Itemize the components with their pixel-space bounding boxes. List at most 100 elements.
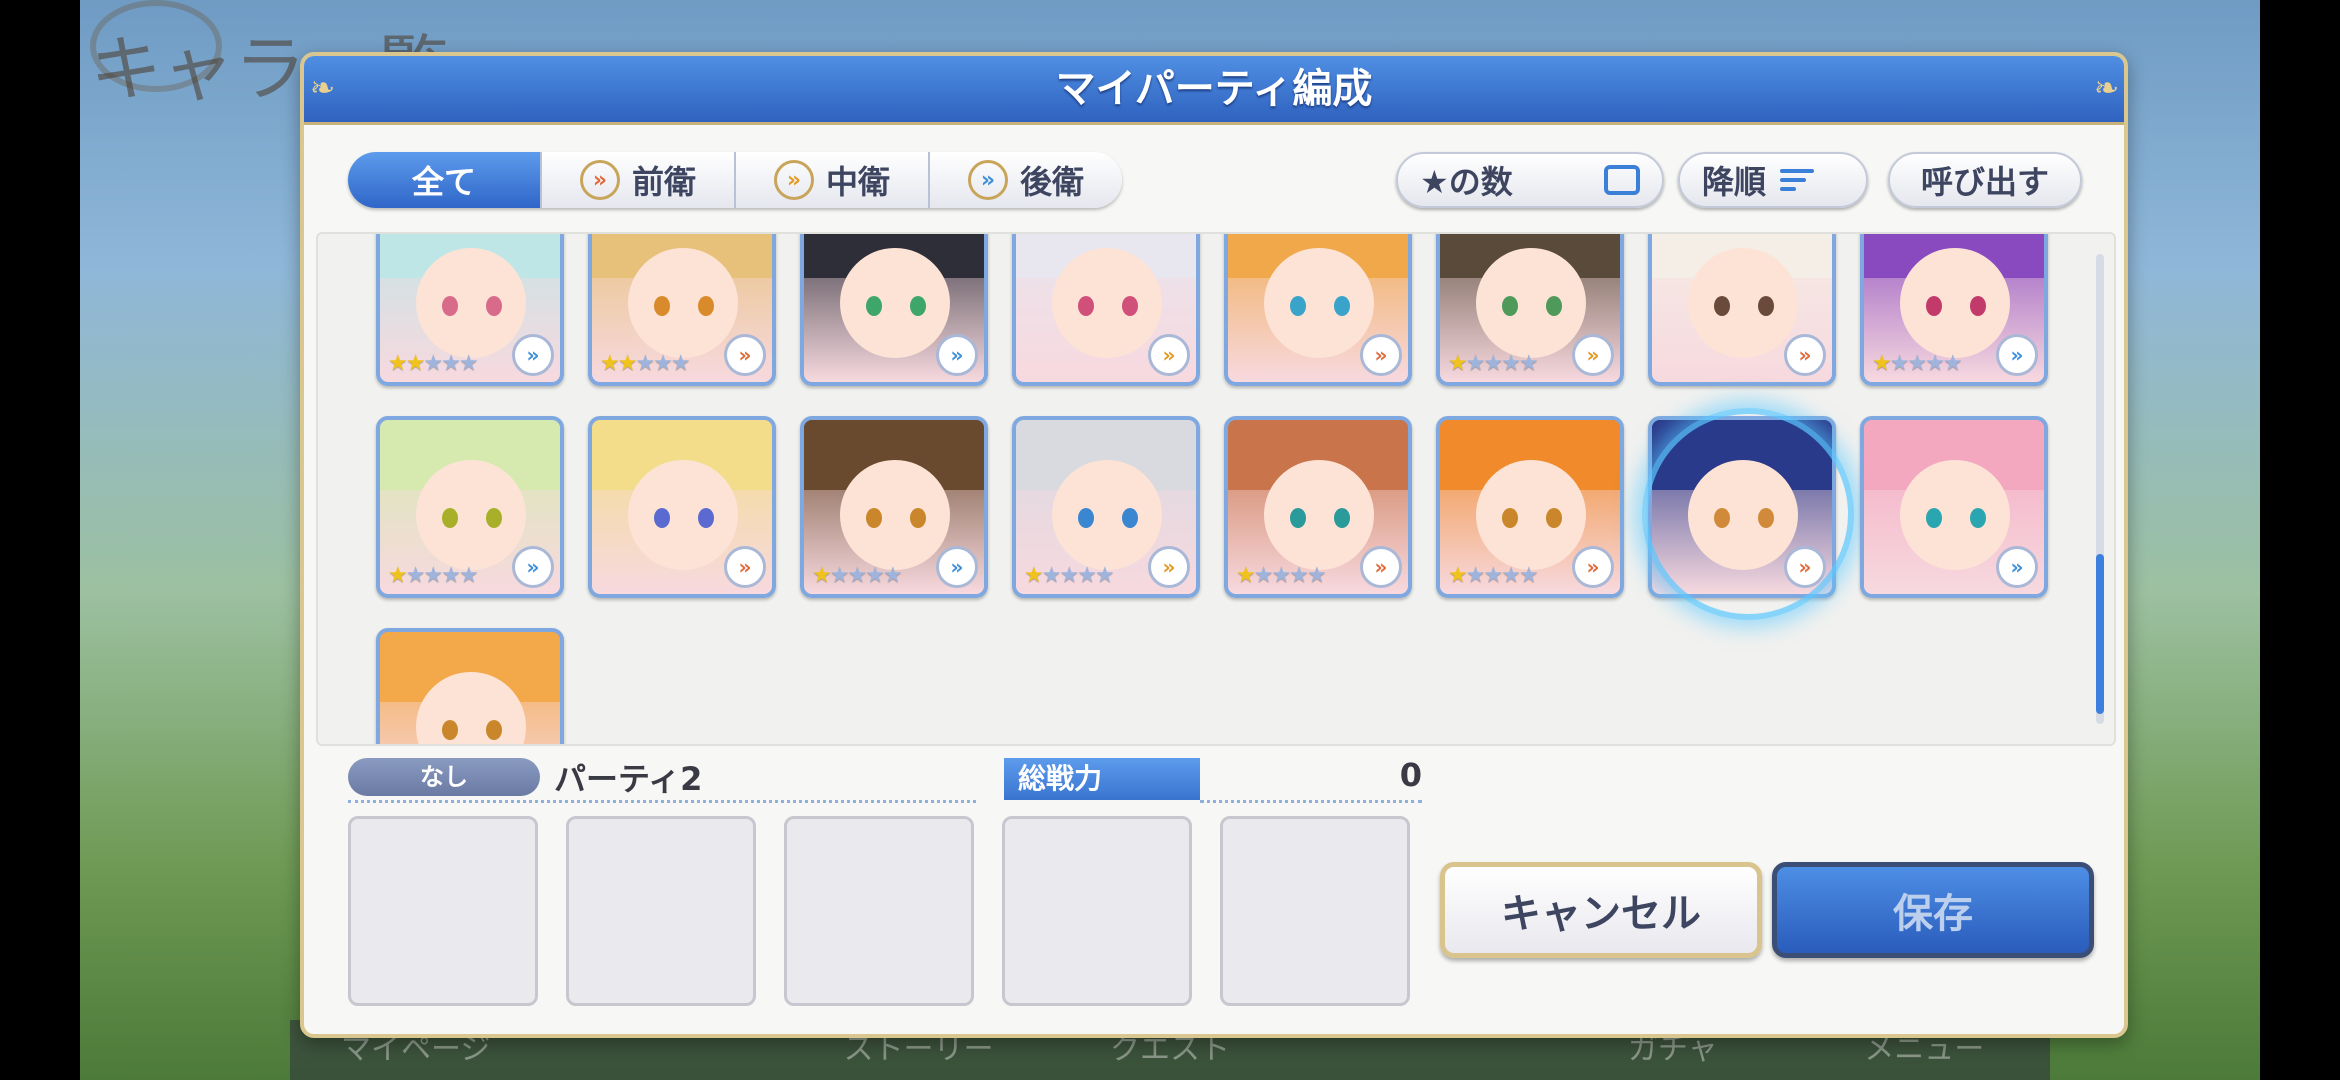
character-eye (1970, 296, 1986, 316)
character-grid[interactable]: ★★★★★» ★★★★★»»»» ★★★★★»» ★★★★★» ★★★★★»» ★★★★★… (316, 232, 2116, 746)
middle-position-icon: » (773, 160, 814, 200)
character-card[interactable]: » (800, 234, 988, 386)
back-position-icon: » (936, 546, 978, 588)
character-eye (486, 508, 502, 528)
tab-front-label: 前衛 (631, 163, 696, 201)
load-party-label: 呼び出す (1920, 163, 2049, 201)
tab-front[interactable]: » 前衛 (542, 152, 736, 208)
character-eye (1078, 508, 1094, 528)
character-card[interactable]: ★★★★★ » (1224, 416, 1412, 598)
character-portrait (1900, 248, 2010, 358)
front-position-icon: » (579, 160, 620, 200)
star-rating: ★★★★★ (1024, 563, 1115, 588)
character-card[interactable]: ★★★★★ » (588, 234, 776, 386)
character-portrait (1052, 248, 1162, 358)
copy-icon (1604, 165, 1640, 195)
party-slot-4[interactable] (1002, 816, 1192, 1006)
character-eye (1758, 296, 1774, 316)
character-card[interactable]: ★★★★★ » (1436, 416, 1624, 598)
back-position-icon: » (512, 546, 554, 588)
tab-middle[interactable]: » 中衛 (736, 152, 930, 208)
mid-position-icon: » (1148, 546, 1190, 588)
character-card[interactable]: ★★★★★ » (376, 234, 564, 386)
front-position-icon: » (724, 546, 766, 588)
dialog-title: マイパーティ編成 (1055, 66, 1373, 112)
dialog-header: ❧ マイパーティ編成 ❧ (304, 56, 2124, 125)
character-card[interactable]: » (1860, 416, 2048, 598)
character-portrait (1264, 460, 1374, 570)
character-eye (910, 296, 926, 316)
character-card[interactable]: ★★★★★ » (1860, 234, 2048, 386)
party-slot-3[interactable] (784, 816, 974, 1006)
tab-back[interactable]: » 後衛 (930, 152, 1122, 208)
load-party-button[interactable]: 呼び出す (1888, 152, 2082, 208)
character-eye (486, 720, 502, 740)
save-button[interactable]: 保存 (1772, 862, 2094, 958)
back-position-icon: » (936, 334, 978, 376)
total-power-value: 0 (1399, 756, 1422, 794)
character-portrait (1476, 460, 1586, 570)
tab-back-label: 後衛 (1019, 163, 1084, 201)
character-portrait (840, 248, 950, 358)
character-eye (698, 296, 714, 316)
sort-order-button[interactable]: 降順 (1678, 152, 1868, 208)
party-slot-2[interactable] (566, 816, 756, 1006)
character-portrait (416, 460, 526, 570)
cancel-button[interactable]: キャンセル (1440, 862, 1762, 958)
star-rating: ★★★★★ (1448, 351, 1539, 376)
character-card[interactable]: » (1012, 234, 1200, 386)
character-eye (1122, 508, 1138, 528)
character-card[interactable]: » (588, 416, 776, 598)
character-eye (1970, 508, 1986, 528)
sort-descending-icon (1780, 169, 1815, 191)
character-card[interactable]: » (1224, 234, 1412, 386)
back-position-icon: » (1996, 334, 2038, 376)
front-position-icon: » (724, 334, 766, 376)
sort-key-label: ★の数 (1420, 163, 1513, 201)
character-card[interactable]: » (376, 628, 564, 744)
party-slot-1[interactable] (348, 816, 538, 1006)
character-portrait (1052, 460, 1162, 570)
sort-key-button[interactable]: ★の数 (1396, 152, 1664, 208)
character-portrait (416, 248, 526, 358)
character-card[interactable]: ★★★★★ » (376, 416, 564, 598)
front-position-icon: » (1360, 546, 1402, 588)
character-portrait (628, 248, 738, 358)
character-portrait (1476, 248, 1586, 358)
scrollbar-thumb[interactable] (2096, 554, 2104, 714)
character-eye (1334, 508, 1350, 528)
party-slot-5[interactable] (1220, 816, 1410, 1006)
grid-scrollbar[interactable] (2096, 254, 2104, 724)
character-card[interactable]: ★★★★★ » (1012, 416, 1200, 598)
character-eye (442, 296, 458, 316)
character-eye (486, 296, 502, 316)
selection-glow (1642, 408, 1854, 620)
mid-position-icon: » (1148, 334, 1190, 376)
character-eye (910, 508, 926, 528)
party-name-divider (348, 800, 976, 803)
character-portrait (1900, 460, 2010, 570)
star-rating: ★★★★★ (1236, 563, 1327, 588)
back-position-icon: » (1996, 546, 2038, 588)
header-corner-ornament-right: ❧ (2094, 71, 2120, 106)
character-eye (1714, 296, 1730, 316)
tab-middle-label: 中衛 (825, 163, 890, 201)
character-card[interactable]: » (1648, 234, 1836, 386)
character-portrait (1264, 248, 1374, 358)
character-eye (1290, 508, 1306, 528)
total-power-divider (1200, 800, 1422, 803)
star-rating: ★★★★★ (1872, 351, 1963, 376)
character-portrait (840, 460, 950, 570)
tab-all[interactable]: 全て (348, 152, 542, 208)
total-power-label: 総戦力 (1004, 758, 1200, 800)
party-name[interactable]: パーティ2 (554, 754, 702, 800)
party-edit-dialog: ❧ マイパーティ編成 ❧ 全て » 前衛 » 中衛 » 後衛 ★の数 降順 呼び… (300, 52, 2128, 1038)
tab-all-label: 全て (411, 163, 476, 201)
party-status-badge: なし (348, 758, 540, 796)
character-card[interactable]: ★★★★★ » (800, 416, 988, 598)
character-portrait (628, 460, 738, 570)
character-card[interactable]: ★★★★★ » (1436, 234, 1624, 386)
character-eye (442, 720, 458, 740)
mid-position-icon: » (1572, 334, 1614, 376)
position-filter-tabs: 全て » 前衛 » 中衛 » 後衛 (348, 152, 1122, 208)
